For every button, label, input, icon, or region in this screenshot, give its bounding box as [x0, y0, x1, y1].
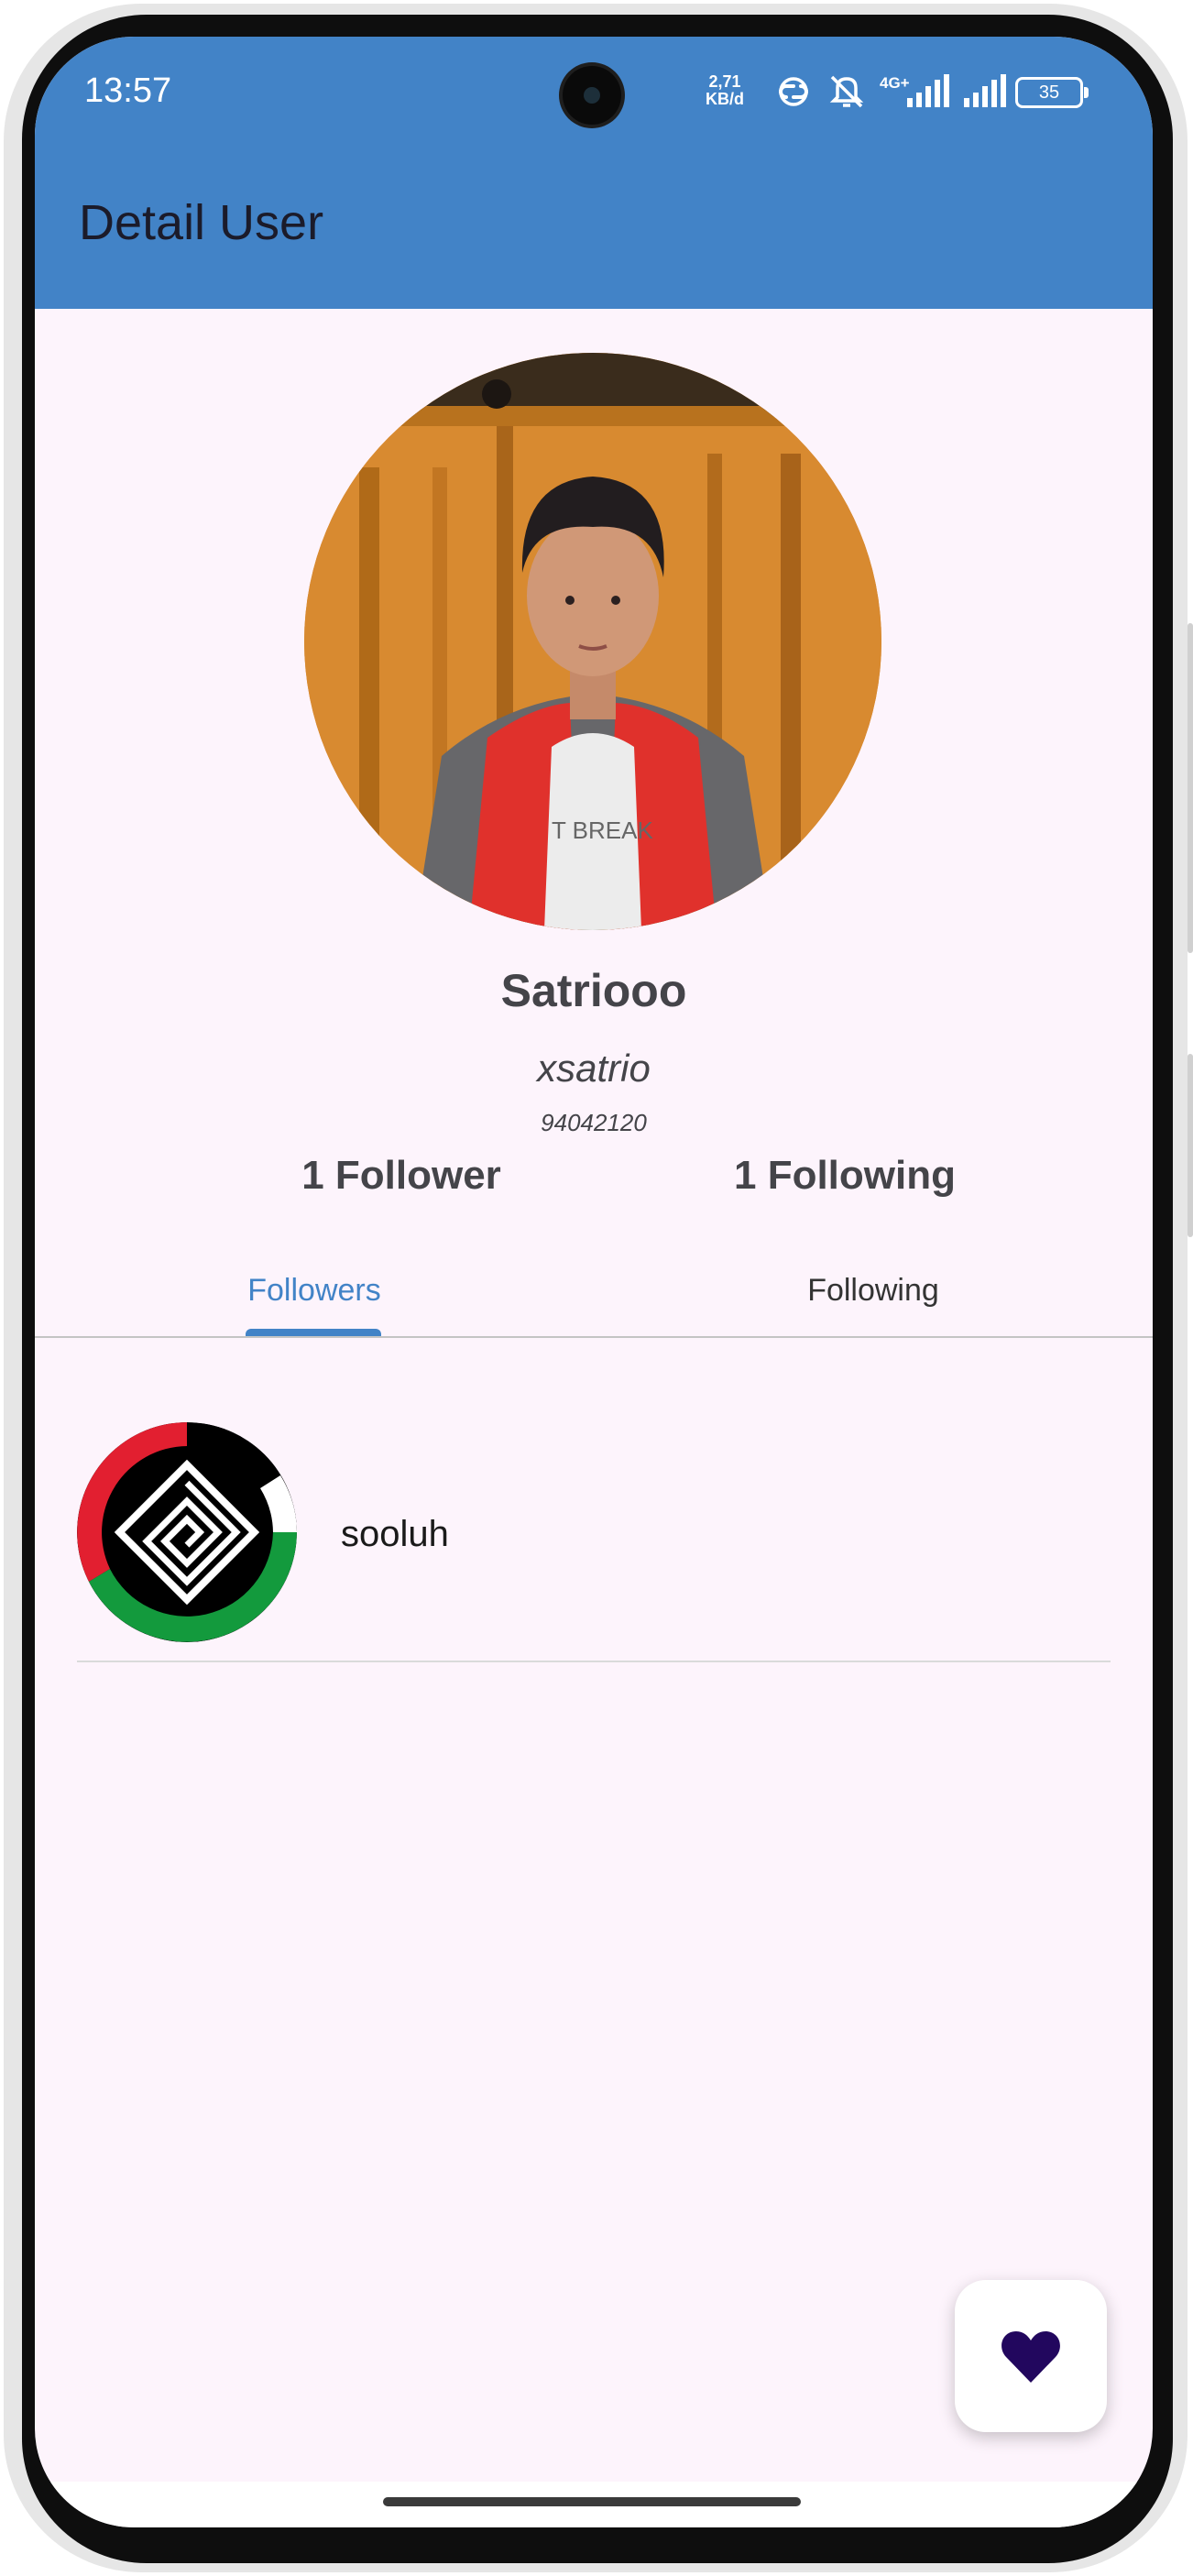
mute-icon [829, 75, 864, 108]
follower-avatar [77, 1422, 297, 1642]
status-time: 13:57 [84, 71, 172, 110]
home-indicator[interactable] [383, 2497, 801, 2506]
svg-text:T BREAK: T BREAK [552, 817, 653, 844]
app-bar: 13:57 2,71 KB/d 4G+ 35 Detail User [35, 37, 1153, 309]
network-speed: 2,71 KB/d [706, 73, 744, 108]
user-name: Satriooo [500, 965, 687, 1016]
page-title: Detail User [79, 195, 324, 250]
app-screen: 13:57 2,71 KB/d 4G+ 35 Detail User T BRE… [35, 37, 1153, 2527]
network-speed-unit: KB/d [706, 90, 744, 108]
user-login: xsatrio [537, 1047, 651, 1090]
heart-icon [1001, 2331, 1060, 2383]
list-divider [77, 1661, 1111, 1662]
following-count: 1 Following [734, 1153, 956, 1198]
user-id: 94042120 [541, 1109, 647, 1136]
tab-following[interactable]: Following [594, 1254, 1153, 1327]
front-camera [563, 66, 621, 125]
network-speed-value: 2,71 [708, 72, 741, 91]
status-icons: 4G+ [773, 73, 1008, 110]
tab-followers[interactable]: Followers [35, 1254, 594, 1327]
follower-login: sooluh [341, 1514, 449, 1554]
side-button [1188, 623, 1193, 953]
profile-avatar: T BREAK [304, 353, 881, 930]
signal-icon [964, 74, 1006, 107]
list-item[interactable]: sooluh [35, 1338, 1153, 1662]
signal-icon [907, 74, 949, 107]
favorite-button[interactable] [955, 2280, 1107, 2432]
network-type: 4G+ [880, 74, 949, 109]
battery-icon: 35 [1015, 77, 1089, 108]
side-button [1188, 1054, 1193, 1237]
followers-count: 1 Follower [301, 1153, 501, 1198]
status-bar: 13:57 2,71 KB/d 4G+ 35 [35, 37, 1153, 150]
link-icon [779, 77, 808, 106]
